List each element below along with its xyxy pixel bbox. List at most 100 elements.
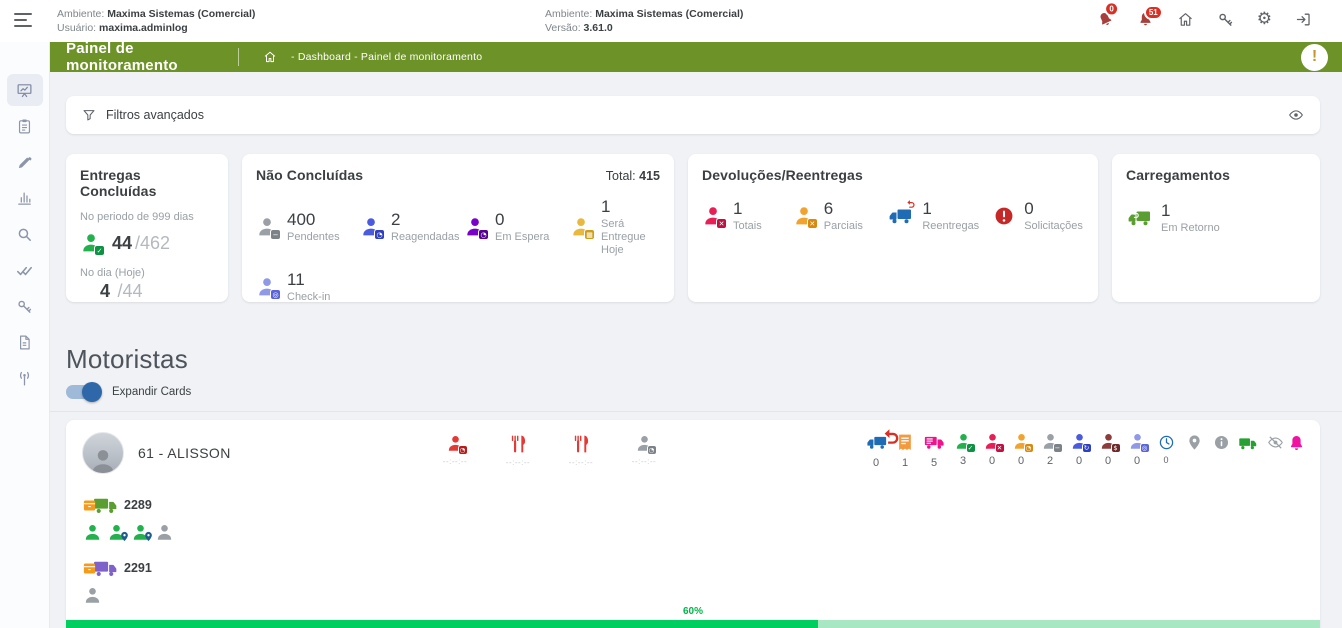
bell-icon[interactable] — [1286, 434, 1306, 453]
person-pending-icon — [1041, 432, 1060, 451]
env2-label: Ambiente: — [545, 8, 592, 20]
advanced-filters-bar[interactable]: Filtros avançados — [66, 96, 1320, 134]
key-icon[interactable] — [1217, 11, 1234, 28]
info-icon[interactable] — [1211, 434, 1231, 451]
counter-truck-list[interactable]: 5 — [923, 432, 945, 469]
home-icon[interactable] — [1177, 11, 1194, 28]
truck-list-icon — [923, 432, 946, 453]
person-clock-icon — [1012, 432, 1031, 451]
counter-person-pending[interactable]: 2 — [1039, 432, 1061, 467]
person-cancel-icon — [702, 205, 724, 227]
breadcrumb-home-icon[interactable] — [263, 50, 277, 64]
page-title-bar: Painel de monitoramento - Dashboard - Pa… — [50, 42, 1342, 72]
person-clock-icon — [635, 434, 654, 453]
gear-icon[interactable]: ⚙ — [1257, 11, 1272, 28]
total-tag: Total: 415 — [606, 169, 660, 183]
person-icon[interactable] — [155, 523, 174, 542]
section-divider — [50, 411, 1342, 412]
card-title: Entregas Concluídas — [80, 167, 214, 199]
sidebar-item-access[interactable] — [7, 290, 43, 322]
key-icon — [16, 298, 33, 315]
person-pin-icon[interactable] — [107, 523, 126, 542]
vehicle-row[interactable]: 2291 — [82, 555, 174, 581]
person-icon[interactable] — [83, 586, 102, 605]
menu-hamburger-icon[interactable] — [14, 13, 36, 29]
status-time-item: --:--:-- — [431, 434, 479, 467]
driver-vehicles: 2289 2291 — [82, 492, 174, 605]
counter-person-location[interactable]: 0 — [1126, 432, 1148, 467]
sidebar-item-edit[interactable] — [7, 146, 43, 178]
vehicle-row[interactable]: 2289 — [82, 492, 174, 518]
driver-avatar[interactable] — [82, 432, 124, 474]
today-label: No dia (Hoje) — [80, 267, 214, 279]
sidebar-item-reports[interactable] — [7, 182, 43, 214]
card-entregas-concluidas: Entregas Concluídas No periodo de 999 di… — [66, 154, 228, 302]
status-time-item: --:--:-- — [620, 434, 668, 467]
user-value: maxima.adminlog — [99, 22, 188, 34]
presentation-chart-icon — [16, 82, 33, 99]
card-title: Não Concluídas — [256, 167, 363, 183]
sidebar-item-clipboard[interactable] — [7, 110, 43, 142]
counter-person-sync[interactable]: 0 — [1068, 432, 1090, 467]
notifications-bell-icon[interactable]: 51 — [1137, 11, 1154, 28]
alerts-count-badge: 0 — [1104, 1, 1119, 16]
expandir-cards-toggle-row[interactable]: Expandir Cards — [66, 385, 1342, 399]
notifications-count-badge: 51 — [1144, 5, 1163, 20]
person-icon[interactable] — [83, 523, 102, 542]
counter-truck-return[interactable]: 0 — [865, 432, 887, 469]
eye-off-icon[interactable] — [1265, 434, 1285, 451]
restaurant-icon — [508, 434, 528, 454]
env-value: Maxima Sistemas (Comercial) — [107, 8, 255, 20]
card-nao-concluidas: Não Concluídas Total: 415 400Pendentes 2… — [242, 154, 674, 302]
truck-return-icon — [865, 432, 888, 453]
person-cancel-icon — [983, 432, 1002, 451]
pencil-icon — [16, 154, 33, 171]
logout-icon[interactable] — [1295, 11, 1312, 28]
sidebar-item-approvals[interactable] — [7, 254, 43, 286]
counter-person-cancel[interactable]: 0 — [981, 432, 1003, 467]
sidebar-item-tracking[interactable] — [7, 362, 43, 394]
today-total: /44 — [117, 281, 142, 301]
period-total: /462 — [135, 233, 170, 254]
counter-person-check[interactable]: 3 — [952, 432, 974, 467]
driver-name: 61 - ALISSON — [138, 445, 231, 461]
stat-solicitacoes: 0Solicitações — [993, 199, 1084, 233]
stat-sera-entregue: 1Será Entregue Hoje — [570, 197, 660, 257]
counter-clock[interactable]: 0 — [1155, 432, 1177, 465]
driver-progress: 60% — [66, 606, 1320, 628]
status-time-item: --:--:-- — [557, 434, 605, 467]
person-check-icon — [954, 432, 973, 451]
driver-card[interactable]: 61 - ALISSON --:--:-- --:--:-- --:--:-- … — [66, 420, 1320, 628]
page-title: Painel de monitoramento — [66, 40, 238, 74]
sidebar-item-documents[interactable] — [7, 326, 43, 358]
stat-reagendadas: 2Reagendadas — [360, 197, 464, 257]
sidebar-item-search[interactable] — [7, 218, 43, 250]
person-pin-icon[interactable] — [131, 523, 150, 542]
period-label: No periodo de 999 dias — [80, 211, 214, 223]
header-icons: 0 51 ⚙ — [1097, 11, 1312, 28]
vehicle-passengers — [83, 523, 174, 542]
expandir-cards-switch[interactable] — [66, 385, 100, 399]
person-clock-icon — [464, 216, 486, 238]
top-header: Ambiente: Maxima Sistemas (Comercial) Us… — [0, 0, 1342, 42]
left-sidebar — [0, 42, 50, 628]
status-time-item: --:--:-- — [494, 434, 542, 467]
person-calendar-icon — [570, 216, 592, 238]
counter-person-clock[interactable]: 0 — [1010, 432, 1032, 467]
card-title: Carregamentos — [1126, 167, 1306, 183]
counter-person-money[interactable]: 0 — [1097, 432, 1119, 467]
eye-icon[interactable] — [1288, 107, 1304, 123]
nao-concluidas-stats: 400Pendentes 2Reagendadas 0Em Espera 1Se… — [256, 197, 660, 304]
stat-parciais: 6Parciais — [793, 199, 888, 233]
stat-reentregas: 1Reentregas — [887, 199, 993, 233]
page-alert-button[interactable]: ! — [1301, 44, 1328, 71]
today-value: 4 — [100, 281, 110, 301]
location-pin-icon[interactable] — [1184, 434, 1204, 451]
person-pending-icon — [256, 216, 278, 238]
progress-fill — [66, 620, 818, 628]
antenna-icon — [16, 370, 33, 387]
sidebar-item-monitoring[interactable] — [7, 74, 43, 106]
truck-icon[interactable] — [1238, 434, 1258, 453]
clock-icon — [1158, 432, 1175, 451]
alerts-bell-icon[interactable]: 0 — [1094, 8, 1117, 31]
